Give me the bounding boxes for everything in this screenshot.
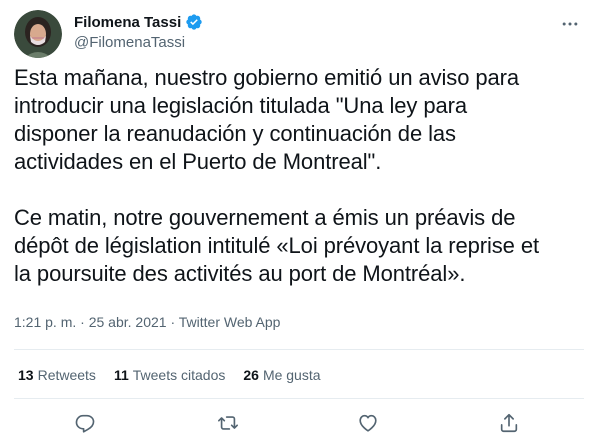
share-icon[interactable] <box>498 412 520 434</box>
quote-tweets-stat[interactable]: 11 Tweets citados <box>114 367 225 383</box>
avatar[interactable] <box>14 10 62 58</box>
likes-label: Me gusta <box>262 367 321 383</box>
likes-count: 26 <box>243 367 259 383</box>
more-icon[interactable] <box>560 14 580 34</box>
retweets-count: 13 <box>18 367 34 383</box>
divider-top <box>14 349 584 350</box>
likes-stat[interactable]: 26 Me gusta <box>243 367 320 383</box>
verified-badge-icon <box>186 14 202 30</box>
tweet-stats: 13 Retweets 11 Tweets citados 26 Me gusta <box>18 367 321 383</box>
tweet-text-fr: Ce matin, notre gouvernement a émis un p… <box>14 205 539 286</box>
meta-separator: · <box>76 314 89 330</box>
avatar-image <box>14 10 62 58</box>
tweet-text: Esta mañana, nuestro gobierno emitió un … <box>14 64 586 288</box>
tweet-card: Filomena Tassi @FilomenaTassi Esta mañan… <box>0 0 598 448</box>
retweet-icon[interactable] <box>217 412 239 434</box>
reply-icon[interactable] <box>74 412 96 434</box>
tweet-header: Filomena Tassi @FilomenaTassi <box>14 10 584 58</box>
tweet-time[interactable]: 1:21 p. m. <box>14 314 76 330</box>
retweets-label: Retweets <box>37 367 96 383</box>
author-display-name[interactable]: Filomena Tassi <box>74 14 181 31</box>
tweet-source[interactable]: Twitter Web App <box>179 314 281 330</box>
like-icon[interactable] <box>357 412 379 434</box>
quotes-label: Tweets citados <box>132 367 226 383</box>
tweet-actions <box>0 410 598 438</box>
quotes-count: 11 <box>113 367 129 383</box>
tweet-meta: 1:21 p. m. · 25 abr. 2021 · Twitter Web … <box>14 314 280 330</box>
tweet-text-es: Esta mañana, nuestro gobierno emitió un … <box>14 65 519 174</box>
author-block: Filomena Tassi @FilomenaTassi <box>74 12 203 51</box>
meta-separator-2: · <box>166 314 179 330</box>
retweets-stat[interactable]: 13 Retweets <box>18 367 96 383</box>
tweet-date[interactable]: 25 abr. 2021 <box>89 314 167 330</box>
name-row: Filomena Tassi <box>74 12 203 32</box>
author-handle[interactable]: @FilomenaTassi <box>74 34 203 51</box>
divider-bottom <box>14 398 584 399</box>
